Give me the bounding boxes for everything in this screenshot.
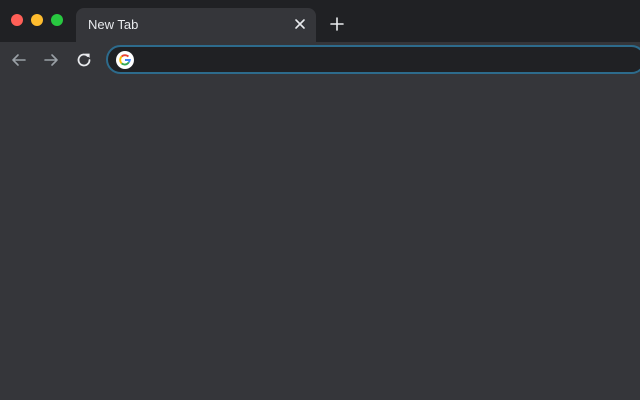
window-minimize-button[interactable] [31,14,43,26]
tab-title: New Tab [88,17,139,32]
address-bar-input[interactable] [142,50,622,70]
window-close-button[interactable] [11,14,23,26]
google-g-icon [116,51,134,69]
tab-strip: New Tab [0,0,640,42]
arrow-left-icon[interactable] [9,50,29,70]
arrow-right-icon[interactable] [41,50,61,70]
browser-window: New Tab [0,0,640,400]
reload-icon[interactable] [74,50,94,70]
toolbar [0,42,640,78]
window-maximize-button[interactable] [51,14,63,26]
plus-icon[interactable] [328,15,346,33]
page-content [0,78,640,400]
close-icon[interactable] [292,16,308,32]
omnibox[interactable] [106,45,640,74]
tab-new-tab[interactable]: New Tab [76,8,316,42]
